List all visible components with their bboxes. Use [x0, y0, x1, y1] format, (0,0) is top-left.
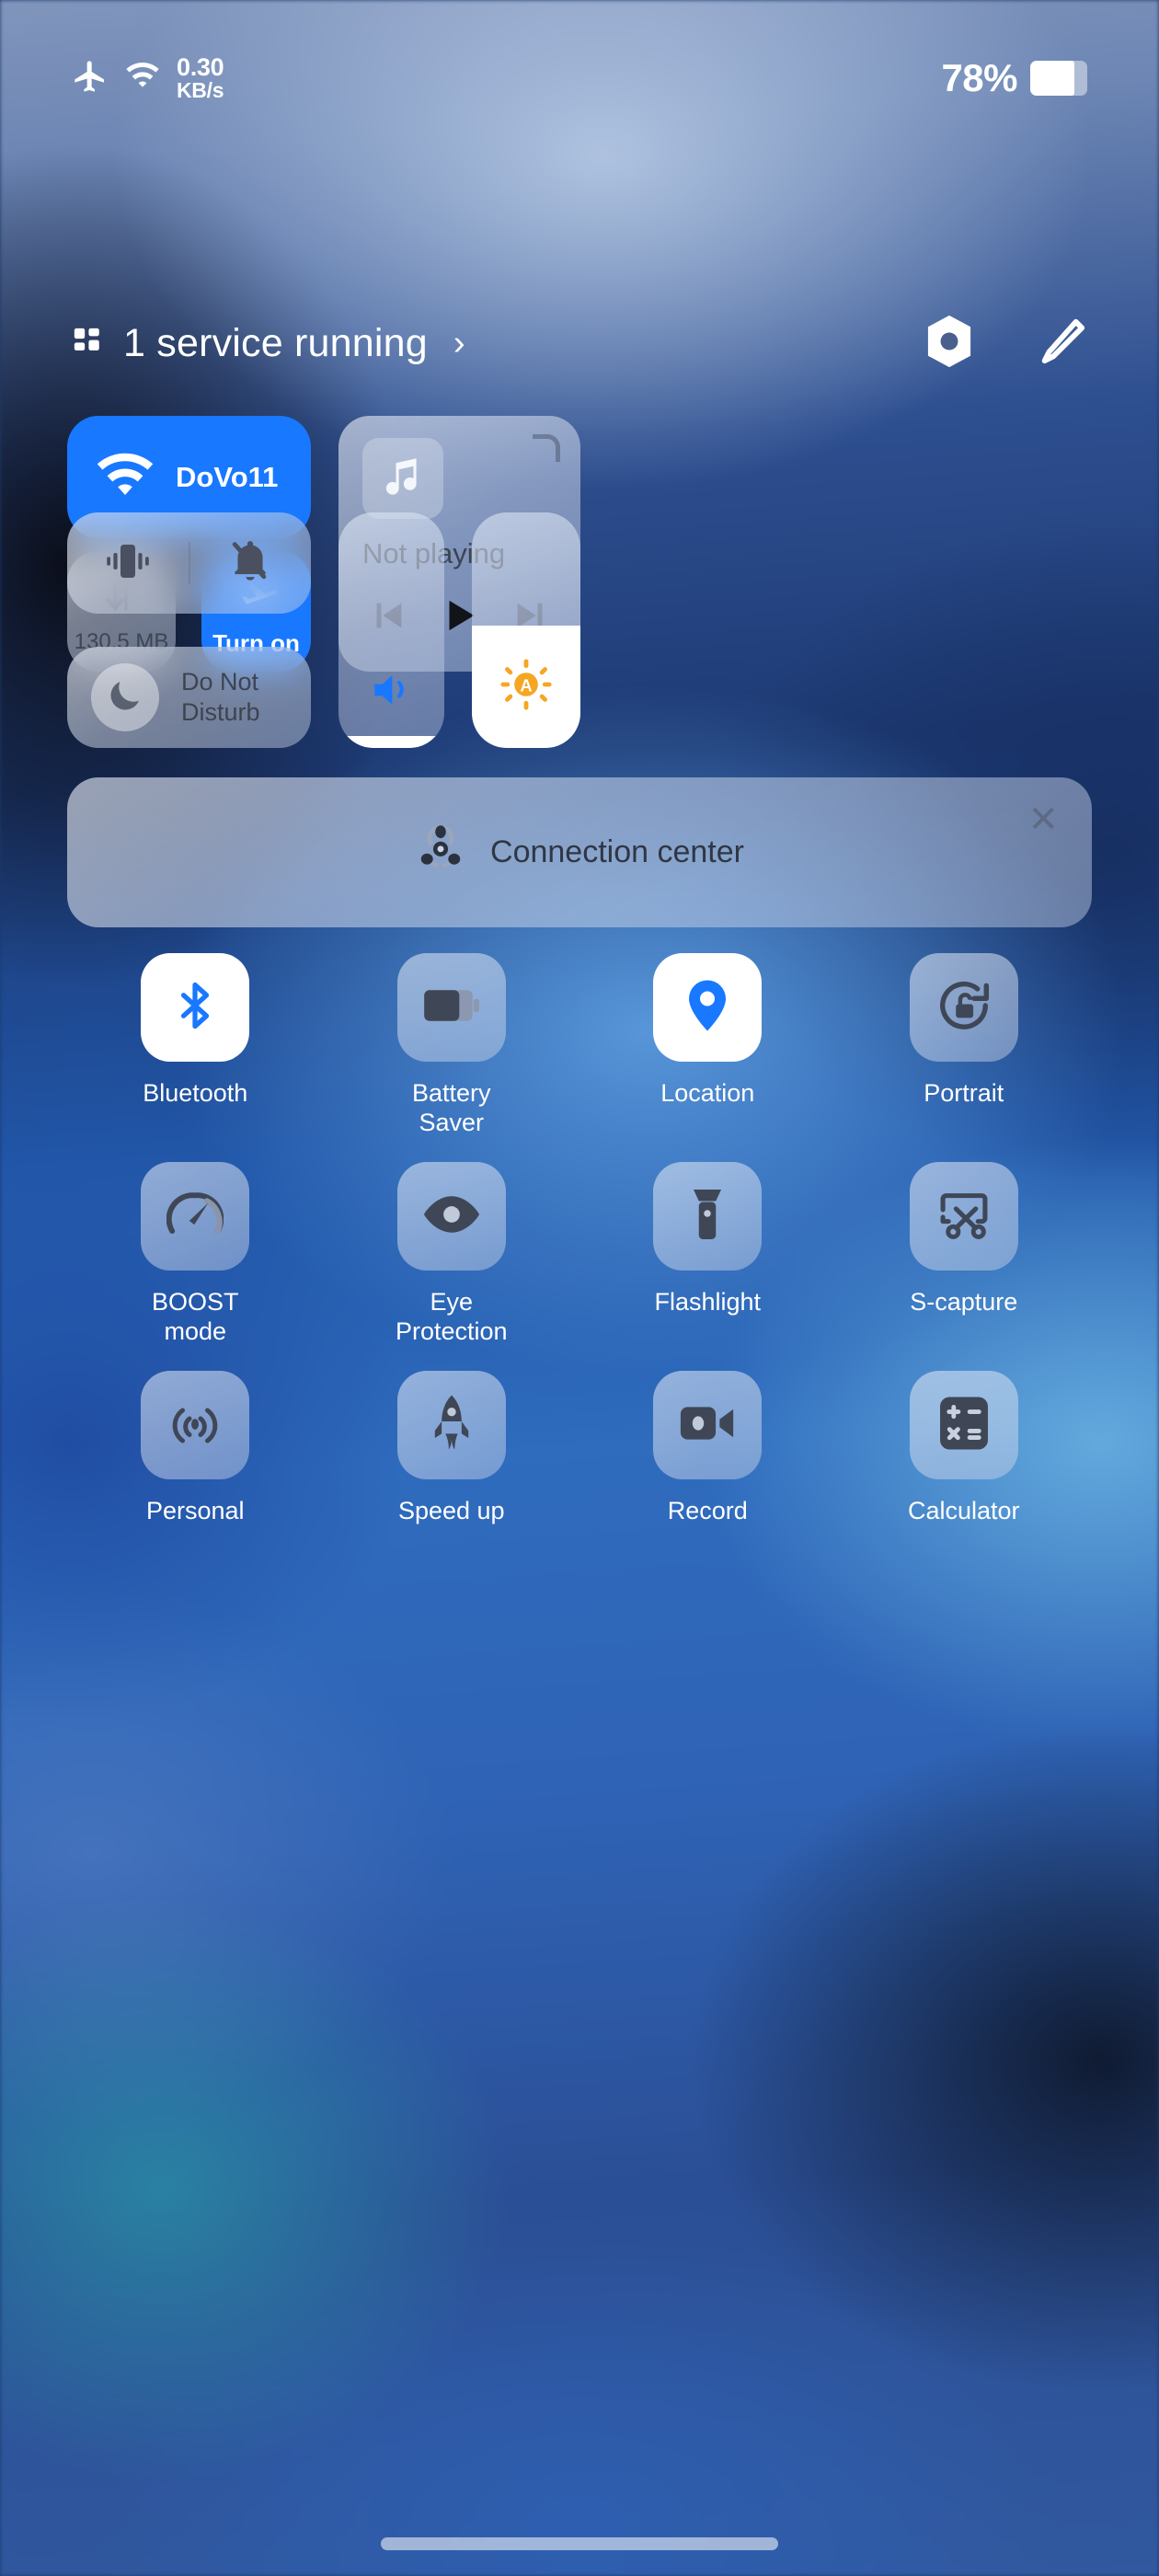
location-icon-tile[interactable] [653, 953, 763, 1062]
s-capture-icon-tile[interactable] [909, 1162, 1018, 1271]
grid-icon [72, 326, 103, 362]
toggle-s-capture[interactable]: S-capture [836, 1162, 1093, 1371]
status-bar: 0.30 KB/s 78% [0, 0, 1159, 156]
network-speed-unit: KB/s [177, 78, 224, 102]
video-camera-icon [679, 1403, 736, 1448]
toggle-boost-mode[interactable]: BOOST mode [67, 1162, 324, 1371]
toggle-calculator[interactable]: Calculator [836, 1371, 1093, 1580]
rocket-icon [429, 1394, 475, 1457]
resize-corner-icon [533, 434, 560, 462]
eye-icon [422, 1192, 481, 1241]
boost-icon-tile[interactable] [141, 1162, 250, 1271]
tile-ring-silent[interactable] [67, 512, 311, 614]
speaker-volume-icon [339, 669, 444, 748]
toggle-label-line2: mode [164, 1317, 227, 1346]
bluetooth-icon [167, 978, 223, 1038]
flashlight-icon [689, 1186, 726, 1248]
bluetooth-icon-tile[interactable] [141, 953, 250, 1062]
toggle-eye-protection[interactable]: Eye Protection [324, 1162, 580, 1371]
toggle-label: BOOST mode [152, 1287, 239, 1347]
toggle-flashlight[interactable]: Flashlight [580, 1162, 836, 1371]
dnd-label-line2: Disturb [181, 698, 260, 726]
calculator-icon [938, 1395, 990, 1456]
network-speed-value: 0.30 [177, 53, 224, 81]
quick-toggle-grid: Bluetooth Battery Saver Location Portrai… [67, 953, 1092, 1580]
svg-text:A: A [520, 675, 532, 695]
toggle-label: S-capture [910, 1288, 1018, 1316]
airplane-icon [72, 58, 109, 99]
battery-percent-label: 78% [941, 56, 1017, 99]
toggle-label-line2: Protection [395, 1317, 508, 1346]
toggle-label: Battery Saver [412, 1078, 491, 1138]
wifi-icon [123, 58, 162, 99]
chevron-right-icon: › [453, 323, 465, 362]
vibrate-icon [104, 540, 152, 587]
toggle-label: Calculator [907, 1497, 1020, 1524]
battery-saver-icon-tile[interactable] [396, 953, 506, 1062]
toggle-bluetooth[interactable]: Bluetooth [67, 953, 324, 1162]
personal-hotspot-icon-tile[interactable] [141, 1371, 250, 1479]
toggle-personal-hotspot[interactable]: Personal [67, 1371, 324, 1580]
toggle-label: Personal [145, 1497, 245, 1524]
toggle-label: Flashlight [654, 1288, 762, 1316]
connection-center-banner[interactable]: Connection center ✕ [67, 777, 1092, 927]
speedometer-icon [166, 1190, 224, 1243]
tile-do-not-disturb[interactable]: Do Not Disturb [67, 647, 311, 748]
silent-mode-button[interactable] [190, 512, 312, 614]
album-art-placeholder [362, 438, 443, 519]
moon-icon [106, 676, 144, 719]
battery-icon [1030, 61, 1087, 96]
toggle-label-line1: BOOST [151, 1288, 239, 1316]
pencil-edit-icon[interactable] [1038, 316, 1087, 372]
screenshot-scissors-icon [935, 1189, 993, 1245]
control-center-header: 1 service running › [0, 293, 1159, 394]
slider-volume[interactable] [339, 512, 444, 748]
dnd-label-line1: Do Not [181, 668, 259, 696]
rotation-lock-icon [935, 977, 993, 1039]
battery-saver-icon [423, 987, 480, 1029]
toggle-label: Location [660, 1079, 755, 1107]
dnd-icon-circle [91, 663, 159, 731]
toggle-label: Bluetooth [143, 1079, 248, 1107]
dnd-label: Do Not Disturb [181, 667, 260, 728]
bell-off-icon [227, 538, 273, 589]
location-pin-icon [682, 978, 733, 1038]
hotspot-icon [167, 1396, 223, 1455]
calculator-icon-tile[interactable] [909, 1371, 1018, 1479]
vibrate-mode-button[interactable] [67, 512, 189, 614]
hex-nut-settings-icon[interactable] [924, 314, 975, 374]
connection-center-label: Connection center [490, 834, 744, 869]
toggle-speed-up[interactable]: Speed up [324, 1371, 580, 1580]
toggle-label: Speed up [397, 1497, 505, 1524]
flashlight-icon-tile[interactable] [653, 1162, 763, 1271]
running-services-button[interactable]: 1 service running › [72, 321, 924, 366]
eye-protection-icon-tile[interactable] [396, 1162, 506, 1271]
toggle-label-line2: Saver [419, 1109, 485, 1137]
toggle-label: Record [667, 1497, 748, 1524]
wifi-icon [97, 451, 154, 503]
speed-up-icon-tile[interactable] [396, 1371, 506, 1479]
close-icon[interactable]: ✕ [1027, 801, 1059, 838]
toggle-record[interactable]: Record [580, 1371, 836, 1580]
toggle-portrait[interactable]: Portrait [836, 953, 1093, 1162]
toggle-battery-saver[interactable]: Battery Saver [324, 953, 580, 1162]
music-note-icon [380, 454, 426, 504]
slider-brightness[interactable]: A [472, 512, 580, 748]
running-services-label: 1 service running [123, 320, 428, 365]
toggle-label: Eye Protection [396, 1287, 508, 1347]
toggle-location[interactable]: Location [580, 953, 836, 1162]
portrait-icon-tile[interactable] [909, 953, 1018, 1062]
wifi-network-name: DoVo11 [176, 460, 279, 493]
connection-share-icon [415, 822, 466, 882]
network-speed-indicator: 0.30 KB/s [177, 55, 224, 101]
toggle-label: Portrait [924, 1079, 1004, 1107]
toggle-label-line1: Eye [430, 1288, 473, 1316]
record-icon-tile[interactable] [653, 1371, 763, 1479]
home-indicator-bar[interactable] [381, 2537, 778, 2550]
toggle-label-line1: Battery [411, 1079, 491, 1107]
auto-brightness-icon: A [472, 658, 580, 748]
